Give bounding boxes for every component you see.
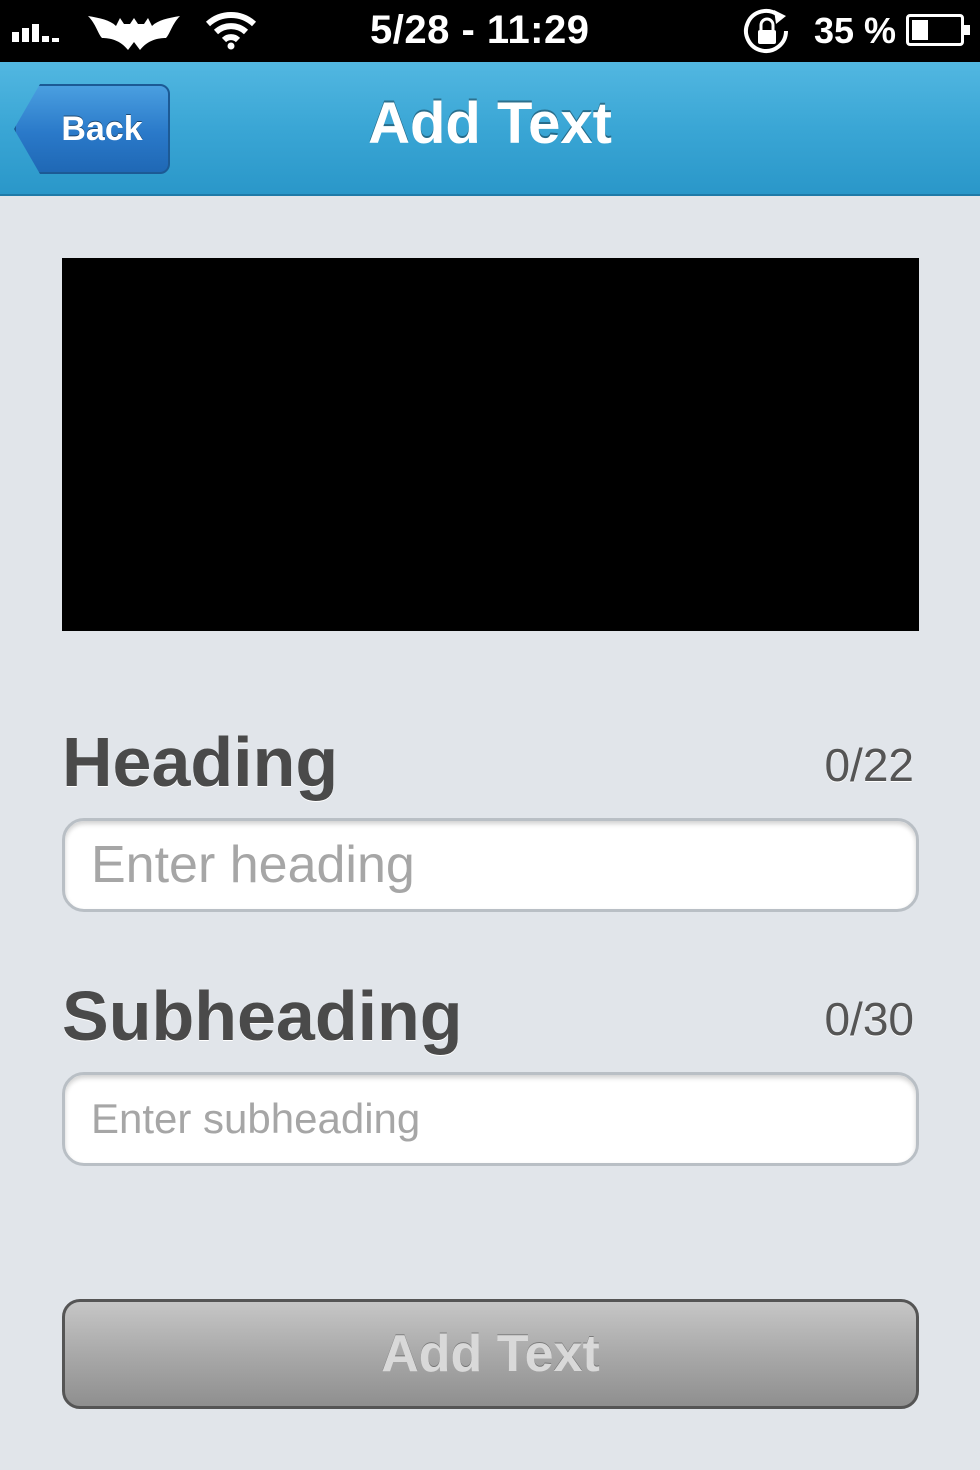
signal-icon	[12, 24, 59, 42]
battery-icon	[906, 14, 970, 46]
battery-nub	[964, 25, 970, 35]
navigation-bar: Back Add Text	[0, 62, 980, 196]
subheading-label: Subheading	[62, 977, 463, 1055]
battery-fill	[912, 20, 928, 40]
add-text-button[interactable]: Add Text	[62, 1299, 919, 1409]
rotation-lock-icon	[744, 9, 788, 53]
status-time: 5/28 - 11:29	[370, 8, 590, 52]
subheading-char-counter: 0/30	[824, 993, 914, 1045]
subheading-input[interactable]	[62, 1072, 919, 1166]
heading-label: Heading	[62, 723, 339, 801]
wifi-icon	[205, 12, 257, 50]
page-title: Add Text	[368, 91, 612, 156]
text-preview-area	[62, 258, 919, 631]
battery-percent: 35 %	[814, 10, 897, 51]
carrier-logo-icon	[88, 16, 180, 50]
heading-char-counter: 0/22	[824, 739, 914, 791]
heading-input[interactable]	[62, 818, 919, 912]
status-bar: 5/28 - 11:29 35 %	[0, 0, 980, 62]
